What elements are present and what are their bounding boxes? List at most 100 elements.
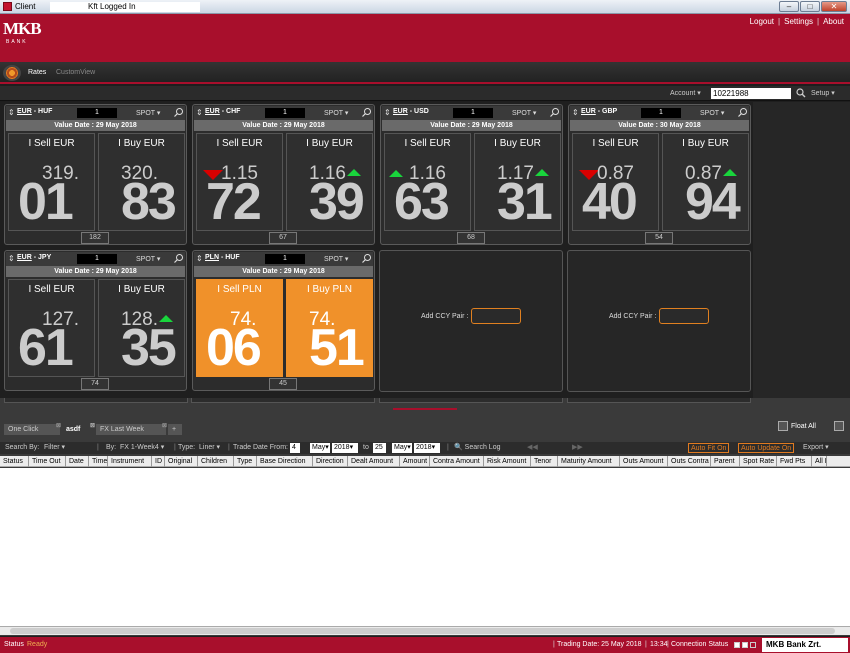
tenor-dropdown[interactable]: SPOT ▾ (324, 109, 348, 117)
grid-column-header[interactable]: Maturity Amount (558, 456, 620, 467)
tab-asdf[interactable]: asdf ⊠ (62, 423, 95, 435)
buy-button[interactable]: I Buy EUR 320. 83 (98, 133, 185, 231)
amount-input[interactable]: 1 (77, 108, 117, 118)
close-button[interactable]: ✕ (821, 1, 847, 12)
from-month-select[interactable]: May▾ (310, 443, 330, 453)
swap-icon[interactable]: ⇕ (8, 108, 15, 117)
grid-column-header[interactable]: Base Direction (257, 456, 313, 467)
grid-column-header[interactable]: Spot Rate (740, 456, 777, 467)
maximize-button[interactable]: □ (800, 1, 820, 12)
sell-button[interactable]: I Sell EUR 0.87 40 (572, 133, 659, 231)
sell-button[interactable]: I Sell EUR 1.15 72 (196, 133, 283, 231)
search-log-button[interactable]: 🔍 Search Log (454, 443, 500, 453)
amount-input[interactable]: 1 (641, 108, 681, 118)
detach-icon[interactable] (361, 107, 372, 118)
grid-column-header[interactable]: Dealt Amount (348, 456, 400, 467)
amount-input[interactable]: 1 (265, 254, 305, 264)
type-dropdown[interactable]: Liner ▾ (199, 443, 220, 453)
panel-splitter[interactable] (0, 398, 850, 418)
from-year-select[interactable]: 2018▾ (332, 443, 358, 453)
ccy-pair[interactable]: EUR - USD (393, 108, 429, 115)
horizontal-scrollbar[interactable] (0, 626, 850, 635)
swap-icon[interactable]: ⇕ (196, 254, 203, 263)
tenor-dropdown[interactable]: SPOT ▾ (324, 255, 348, 263)
amount-input[interactable]: 1 (265, 108, 305, 118)
grid-column-header[interactable]: Outs Contra (668, 456, 711, 467)
grid-column-header[interactable]: Instrument (108, 456, 152, 467)
detach-icon[interactable] (361, 253, 372, 264)
ccy-pair[interactable]: EUR - HUF (17, 108, 52, 115)
sell-button[interactable]: I Sell EUR 319. 01 (8, 133, 95, 231)
buy-button[interactable]: I Buy EUR 1.17 31 (474, 133, 561, 231)
account-dropdown[interactable]: Account ▾ (670, 89, 701, 97)
add-ccy-pair-input[interactable] (471, 308, 521, 324)
float-window-icon[interactable] (834, 421, 844, 431)
buy-button[interactable]: I Buy EUR 0.87 94 (662, 133, 749, 231)
to-day-input[interactable]: 25 (373, 443, 386, 453)
tab-one-click[interactable]: One Click ⊠ (4, 423, 61, 435)
tab-fx-last-week[interactable]: FX Last Week ⊠ (96, 423, 167, 435)
tab-rates[interactable]: Rates (28, 69, 46, 76)
ccy-pair[interactable]: PLN - HUF (205, 254, 240, 261)
buy-button[interactable]: I Buy EUR 1.16 39 (286, 133, 373, 231)
to-month-select[interactable]: May▾ (392, 443, 412, 453)
grid-column-header[interactable]: Outs Amount (620, 456, 668, 467)
logout-link[interactable]: Logout (750, 17, 774, 26)
scrollbar-thumb[interactable] (10, 628, 835, 634)
about-link[interactable]: About (823, 17, 844, 26)
detach-icon[interactable] (737, 107, 748, 118)
settings-link[interactable]: Settings (784, 17, 813, 26)
float-all-button[interactable]: Float All (791, 423, 816, 430)
tenor-dropdown[interactable]: SPOT ▾ (136, 109, 160, 117)
grid-column-header[interactable]: Time Out (29, 456, 66, 467)
add-tab-button[interactable]: + (168, 424, 182, 435)
grid-column-header[interactable]: Tenor (531, 456, 558, 467)
buy-button[interactable]: I Buy EUR 128. 35 (98, 279, 185, 377)
grid-column-header[interactable]: Status (0, 456, 29, 467)
swap-icon[interactable]: ⇕ (8, 254, 15, 263)
tenor-dropdown[interactable]: SPOT ▾ (700, 109, 724, 117)
ccy-pair[interactable]: EUR - CHF (205, 108, 240, 115)
sell-button[interactable]: I Sell EUR 127. 61 (8, 279, 95, 377)
search-by-dropdown[interactable]: Filter ▾ (44, 443, 65, 453)
grid-column-header[interactable]: Original (165, 456, 198, 467)
to-year-select[interactable]: 2018▾ (414, 443, 440, 453)
detach-icon[interactable] (173, 253, 184, 264)
buy-button[interactable]: I Buy PLN 74. 51 (286, 279, 373, 377)
sell-button[interactable]: I Sell PLN 74. 06 (196, 279, 283, 377)
grid-column-header[interactable]: Date (66, 456, 89, 467)
swap-icon[interactable]: ⇕ (196, 108, 203, 117)
float-icon[interactable] (778, 421, 788, 431)
add-ccy-pair-input[interactable] (659, 308, 709, 324)
swap-icon[interactable]: ⇕ (572, 108, 579, 117)
detach-icon[interactable] (549, 107, 560, 118)
tab-customview[interactable]: CustomView (56, 69, 95, 76)
tenor-dropdown[interactable]: SPOT ▾ (512, 109, 536, 117)
sell-button[interactable]: I Sell EUR 1.16 63 (384, 133, 471, 231)
export-dropdown[interactable]: Export ▾ (803, 443, 829, 453)
grid-column-header[interactable]: Parent (711, 456, 740, 467)
minimize-button[interactable]: – (779, 1, 799, 12)
grid-column-header[interactable]: Direction (313, 456, 348, 467)
setup-dropdown[interactable]: Setup ▾ (811, 89, 835, 97)
grid-column-header[interactable]: Risk Amount (484, 456, 531, 467)
grid-body[interactable] (0, 468, 850, 626)
grid-column-header[interactable]: Amount (400, 456, 430, 467)
from-day-input[interactable]: 4 (290, 443, 300, 453)
amount-input[interactable]: 1 (77, 254, 117, 264)
prev-page-icon[interactable]: ◀◀ (527, 443, 538, 453)
auto-update-toggle[interactable]: Auto Update On (738, 443, 795, 453)
tenor-dropdown[interactable]: SPOT ▾ (136, 255, 160, 263)
ccy-pair[interactable]: EUR - JPY (17, 254, 51, 261)
grid-column-header[interactable]: Contra Amount (430, 456, 484, 467)
auto-fit-toggle[interactable]: Auto Fit On (688, 443, 730, 453)
swap-icon[interactable]: ⇕ (384, 108, 391, 117)
amount-input[interactable]: 1 (453, 108, 493, 118)
grid-column-header[interactable]: All I (812, 456, 827, 467)
detach-icon[interactable] (173, 107, 184, 118)
grid-column-header[interactable]: Time (89, 456, 108, 467)
search-icon[interactable] (796, 88, 806, 98)
account-input[interactable]: 10221988 (711, 88, 791, 99)
splitter-grip[interactable] (393, 408, 457, 410)
ccy-pair[interactable]: EUR - GBP (581, 108, 617, 115)
